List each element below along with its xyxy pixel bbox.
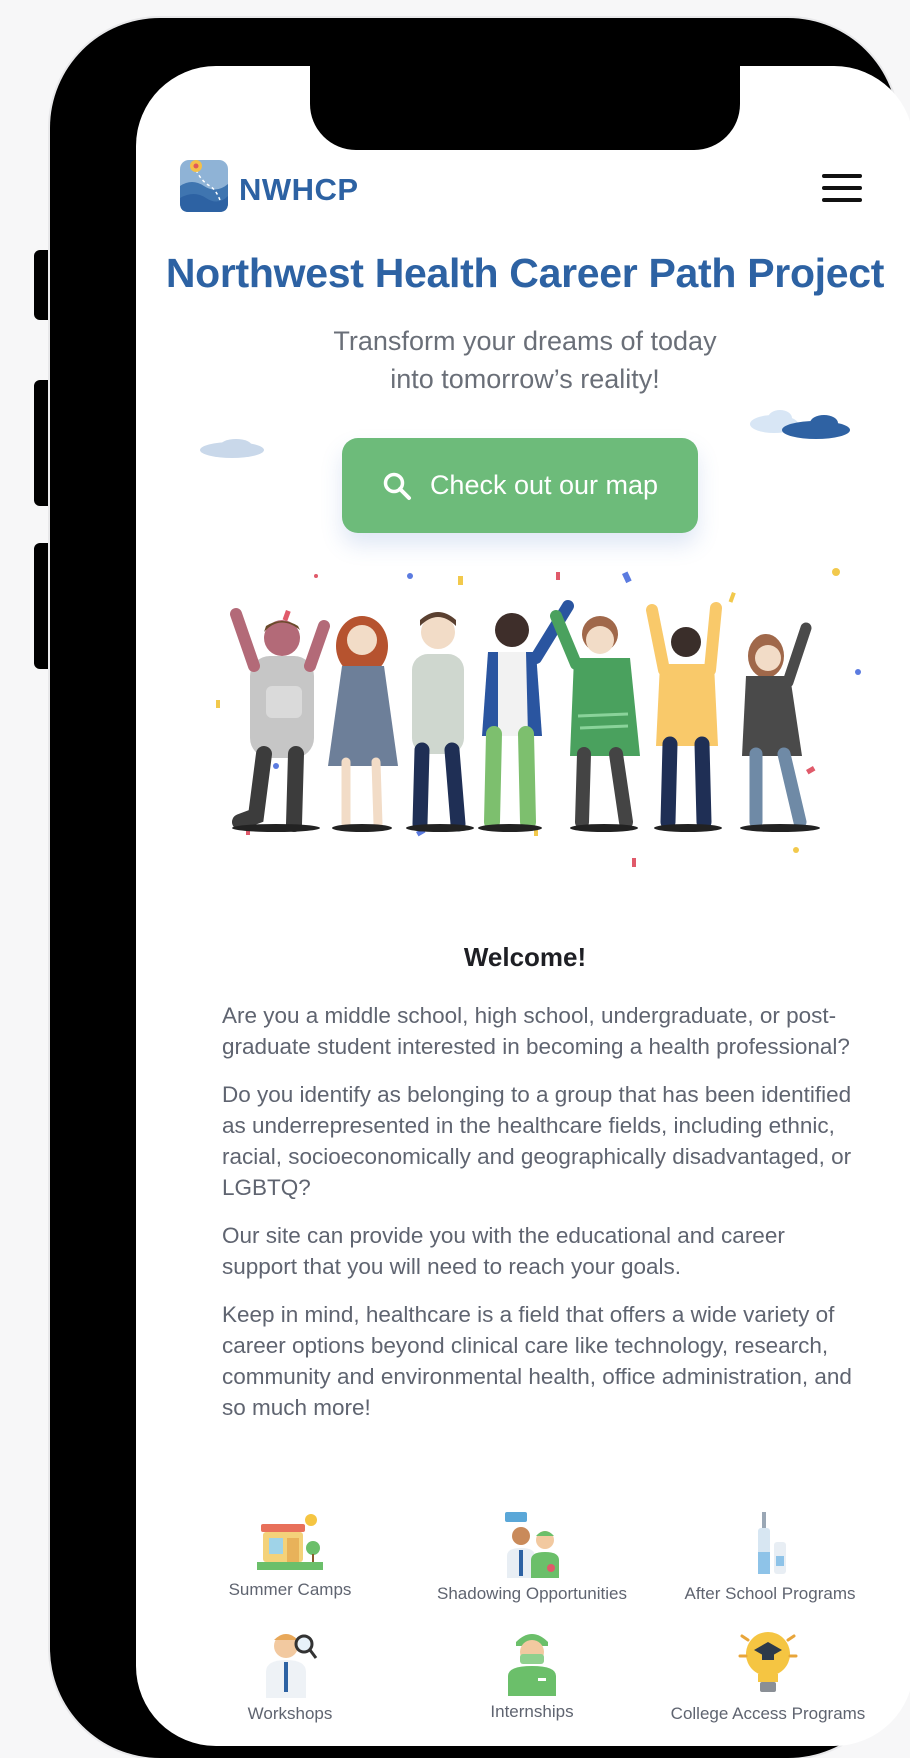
welcome-paragraph-4: Keep in mind, healthcare is a field that…: [222, 1302, 852, 1420]
phone-frame: NWHCP Northwest Health Career Path Proje…: [50, 18, 910, 1758]
hamburger-menu-icon[interactable]: [822, 174, 862, 204]
program-college-access[interactable]: College Access Programs: [648, 1628, 888, 1724]
program-internships[interactable]: Internships: [412, 1628, 652, 1722]
menu-bar-bottom: [822, 198, 862, 202]
program-workshops[interactable]: Workshops: [170, 1628, 410, 1724]
phone-screen: NWHCP Northwest Health Career Path Proje…: [136, 66, 910, 1746]
program-summer-camps[interactable]: Summer Camps: [170, 1512, 410, 1600]
program-label: Internships: [490, 1702, 574, 1721]
person-green-sweater: [550, 610, 640, 832]
phone-notch: [310, 66, 740, 150]
page-title: Northwest Health Career Path Project: [165, 250, 885, 296]
person-blue-dress: [328, 616, 398, 832]
map-pin-landscape-icon[interactable]: [180, 156, 228, 212]
person-mint-sweater: [406, 612, 474, 832]
welcome-paragraph-1: Are you a middle school, high school, un…: [222, 1003, 850, 1059]
page-subtitle: Transform your dreams of today into tomo…: [136, 322, 910, 398]
welcome-heading: Welcome!: [463, 942, 587, 972]
person-yellow-sweater: [646, 602, 722, 832]
program-label: Summer Camps: [228, 1580, 352, 1599]
program-label: Shadowing Opportunities: [437, 1584, 627, 1603]
celebrating-people-illustration: [216, 568, 861, 867]
person-dark-sweater: [740, 622, 820, 832]
check-map-button[interactable]: Check out our map: [342, 438, 698, 533]
summer-camp-icon: [257, 1514, 323, 1570]
subtitle-line-2: into tomorrow’s reality!: [390, 364, 660, 394]
surgeon-icon: [508, 1634, 556, 1696]
check-map-label: Check out our map: [429, 470, 659, 500]
welcome-paragraph-3: Our site can provide you with the educat…: [222, 1223, 785, 1279]
menu-bar-middle: [822, 186, 862, 190]
person-grey-sweater: [230, 608, 330, 832]
lab-bottles-icon: [758, 1512, 786, 1574]
program-shadowing[interactable]: Shadowing Opportunities: [412, 1512, 652, 1604]
program-categories: Summer Camps Shadowing Opportunities Aft…: [176, 1512, 896, 1742]
welcome-text: Are you a middle school, high school, un…: [222, 1000, 852, 1440]
program-label: Workshops: [247, 1704, 333, 1723]
lightbulb-graduation-icon: [738, 1632, 798, 1692]
program-label: College Access Programs: [670, 1704, 866, 1723]
program-label: After School Programs: [684, 1584, 856, 1603]
search-icon: [383, 472, 411, 500]
person-blue-jacket: [478, 600, 574, 832]
menu-bar-top: [822, 174, 862, 178]
cloud-right-icon: [750, 410, 850, 439]
welcome-paragraph-2: Do you identify as belonging to a group …: [222, 1082, 852, 1200]
shadowing-icon: [505, 1512, 559, 1578]
subtitle-line-1: Transform your dreams of today: [333, 326, 717, 356]
workshop-doctor-icon: [266, 1634, 318, 1698]
brand-name[interactable]: NWHCP: [239, 172, 359, 208]
cloud-left-icon: [200, 439, 264, 458]
program-after-school[interactable]: After School Programs: [650, 1512, 890, 1604]
